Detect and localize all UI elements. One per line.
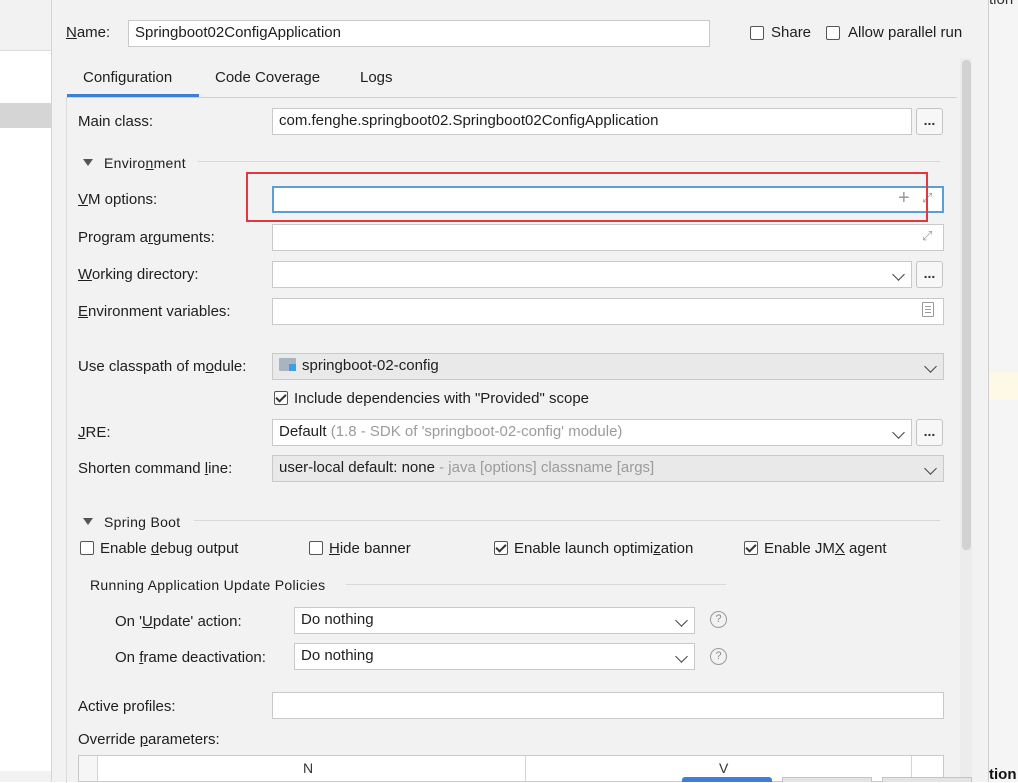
- shorten-command-line-combo[interactable]: user-local default: none - java [options…: [272, 455, 944, 482]
- enable-launch-optimization-checkbox[interactable]: [494, 541, 508, 555]
- working-directory-combo[interactable]: [272, 261, 912, 288]
- chevron-down-icon[interactable]: [675, 650, 688, 663]
- enable-launch-optimization-label: Enable launch optimization: [514, 540, 694, 557]
- environment-separator: [198, 161, 940, 162]
- enable-jmx-agent-checkbox[interactable]: [744, 541, 758, 555]
- chevron-down-icon[interactable]: [892, 426, 905, 439]
- jre-browse-button[interactable]: ...: [916, 419, 943, 446]
- scrollbar-thumb[interactable]: [962, 60, 971, 550]
- highlight-annotation-box: [246, 172, 928, 222]
- name-label: Name:: [66, 24, 111, 41]
- ok-button[interactable]: [682, 777, 772, 782]
- environment-variables-input[interactable]: [272, 298, 944, 325]
- include-provided-deps-checkbox[interactable]: [274, 391, 288, 405]
- environment-section-title: Environment: [104, 155, 186, 171]
- table-column-name: N: [303, 760, 314, 776]
- environment-collapse-icon[interactable]: [83, 159, 93, 166]
- allow-parallel-run-label: Allow parallel run: [848, 24, 963, 41]
- chevron-down-icon[interactable]: [892, 268, 905, 281]
- override-parameters-label: Override parameters:: [78, 731, 220, 748]
- environment-variables-label: Environment variables:: [78, 303, 231, 320]
- shorten-command-line-value: user-local default: none: [279, 459, 435, 476]
- classpath-module-value: springboot-02-config: [302, 357, 439, 374]
- update-policies-title: Running Application Update Policies: [90, 577, 326, 593]
- apply-button[interactable]: [882, 777, 972, 782]
- name-input[interactable]: Springboot02ConfigApplication: [128, 20, 710, 47]
- tab-configuration[interactable]: Configuration: [83, 69, 172, 86]
- table-column-value: V: [719, 760, 729, 776]
- on-frame-deactivation-label: On frame deactivation:: [115, 649, 266, 666]
- chevron-down-icon[interactable]: [924, 462, 937, 475]
- run-config-tree: [0, 50, 51, 771]
- tab-logs[interactable]: Logs: [360, 69, 393, 86]
- chevron-down-icon[interactable]: [924, 360, 937, 373]
- enable-debug-output-checkbox[interactable]: [80, 541, 94, 555]
- table-row-header: [79, 756, 98, 781]
- active-profiles-input[interactable]: [272, 692, 944, 719]
- program-arguments-input[interactable]: [272, 224, 944, 251]
- spring-boot-separator: [194, 520, 940, 521]
- hide-banner-label: Hide banner: [329, 540, 411, 557]
- working-directory-browse-button[interactable]: ...: [916, 261, 943, 288]
- jre-combo[interactable]: Default (1.8 - SDK of 'springboot-02-con…: [272, 419, 912, 446]
- on-update-action-label: On 'Update' action:: [115, 613, 242, 630]
- main-class-input[interactable]: com.fenghe.springboot02.Springboot02Conf…: [272, 108, 912, 135]
- jre-label: JRE:: [78, 424, 111, 441]
- background-window-text: tion: [989, 0, 1018, 8]
- classpath-module-combo[interactable]: springboot-02-config: [272, 353, 944, 380]
- background-window-strip: tion tion: [988, 0, 1018, 783]
- run-configuration-dialog: Name: Springboot02ConfigApplication Shar…: [52, 0, 988, 783]
- classpath-module-label: Use classpath of module:: [78, 358, 247, 375]
- spring-boot-section-title: Spring Boot: [104, 514, 181, 530]
- shorten-command-line-label: Shorten command line:: [78, 460, 233, 477]
- jre-hint: (1.8 - SDK of 'springboot-02-config' mod…: [330, 423, 623, 440]
- active-profiles-label: Active profiles:: [78, 698, 176, 715]
- enable-debug-output-label: Enable debug output: [100, 540, 239, 557]
- allow-parallel-run-checkbox[interactable]: [826, 26, 840, 40]
- main-class-browse-button[interactable]: ...: [916, 108, 943, 135]
- vm-options-label: VM options:: [78, 191, 158, 208]
- background-highlight-row: [989, 372, 1018, 400]
- run-config-tree-panel: [0, 0, 52, 782]
- spring-boot-collapse-icon[interactable]: [83, 518, 93, 525]
- module-folder-icon: [279, 358, 296, 371]
- update-policies-separator: [346, 584, 726, 585]
- on-update-action-value: Do nothing: [301, 611, 374, 628]
- hide-banner-checkbox[interactable]: [309, 541, 323, 555]
- chevron-down-icon[interactable]: [675, 614, 688, 627]
- on-update-action-combo[interactable]: Do nothing: [294, 607, 695, 634]
- program-arguments-label: Program arguments:: [78, 229, 215, 246]
- help-icon[interactable]: ?: [710, 648, 727, 665]
- on-frame-deactivation-combo[interactable]: Do nothing: [294, 643, 695, 670]
- include-provided-deps-label: Include dependencies with "Provided" sco…: [294, 390, 590, 407]
- main-class-label: Main class:: [78, 113, 154, 130]
- share-label: Share: [771, 24, 812, 41]
- expand-program-arguments-icon[interactable]: ⤢: [922, 228, 932, 244]
- table-column-divider: [525, 756, 526, 781]
- enable-jmx-agent-label: Enable JMX agent: [764, 540, 887, 557]
- help-icon[interactable]: ?: [710, 611, 727, 628]
- jre-value: Default: [279, 423, 327, 440]
- background-window-text: tion: [989, 766, 1017, 783]
- tab-code-coverage[interactable]: Code Coverage: [215, 69, 320, 86]
- tree-selected-item[interactable]: [0, 103, 51, 128]
- share-checkbox[interactable]: [750, 26, 764, 40]
- cancel-button[interactable]: [782, 777, 872, 782]
- working-directory-label: Working directory:: [78, 266, 199, 283]
- on-frame-deactivation-value: Do nothing: [301, 647, 374, 664]
- edit-environment-variables-icon[interactable]: [922, 302, 934, 317]
- shorten-command-line-hint: - java [options] classname [args]: [434, 459, 655, 476]
